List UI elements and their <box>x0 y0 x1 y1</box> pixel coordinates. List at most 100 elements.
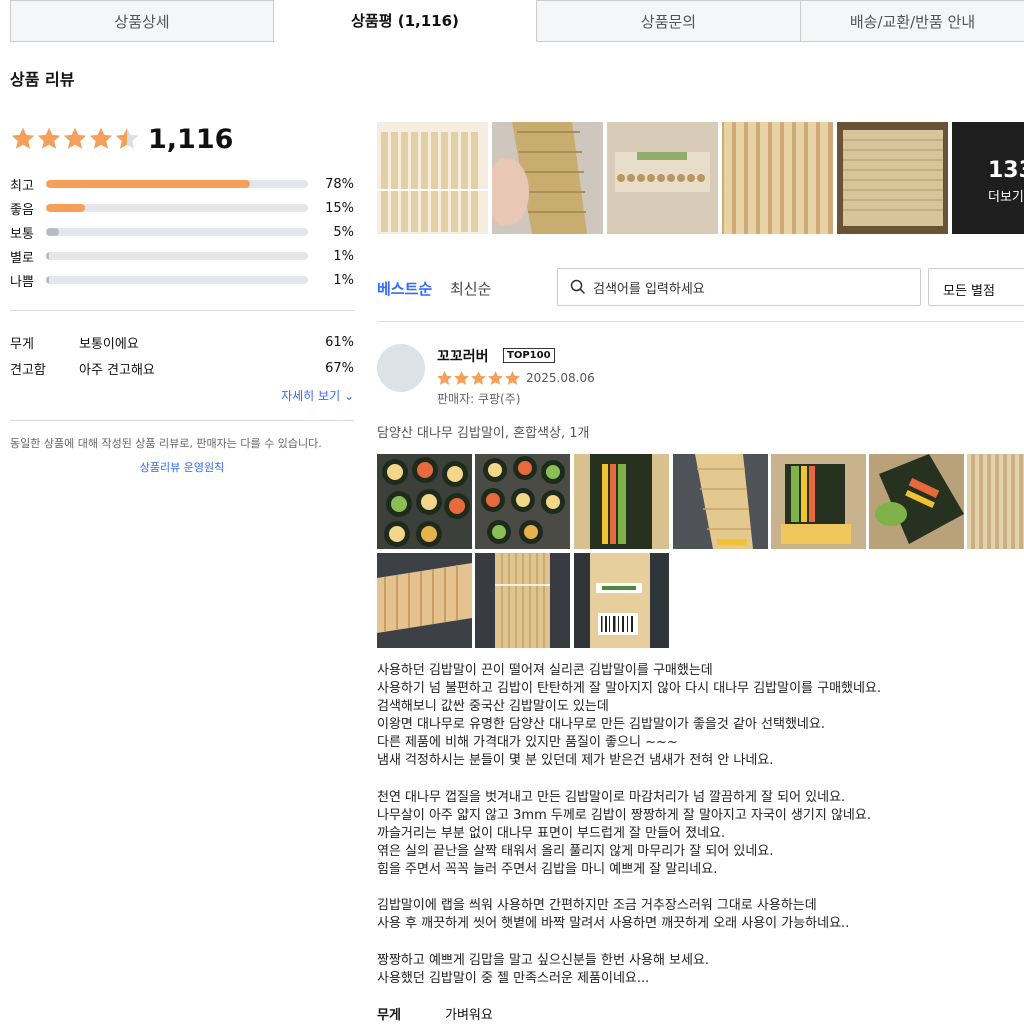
attribute-list: 무게 보통이에요 61% 견고함 아주 견고해요 67% <box>10 329 354 381</box>
review-photo[interactable] <box>377 122 488 234</box>
review-attribute-name: 무게 <box>377 1008 401 1023</box>
star-icon <box>487 370 504 391</box>
rating-bar-row: 별로 1% <box>10 244 354 268</box>
rating-bar-label: 별로 <box>10 250 34 266</box>
review-photo[interactable] <box>377 454 472 549</box>
star-icon <box>62 126 88 152</box>
review-photo-grid <box>377 454 1024 648</box>
review-photo[interactable] <box>492 122 603 234</box>
sort-best-button[interactable]: 베스트순 <box>377 278 432 299</box>
product-option: 담양산 대나무 김밥말이, 혼합색상, 1개 <box>377 426 590 441</box>
rating-bar-label: 최고 <box>10 178 34 194</box>
review-body: 사용하던 김밥말이 끈이 떨어져 실리콘 김밥말이를 구매했는데 사용하기 넘 … <box>377 663 882 986</box>
tab-reviews[interactable]: 상품평 (1,116) <box>274 0 537 42</box>
star-icon <box>436 370 453 391</box>
rating-bar-row: 최고 78% <box>10 172 354 196</box>
photo-strip: 133 더보기 <box>377 122 1024 234</box>
rating-bar-row: 좋음 15% <box>10 196 354 220</box>
tab-questions[interactable]: 상품문의 <box>537 0 801 42</box>
more-photos-count: 133 <box>988 158 1024 183</box>
rating-bar-fill <box>46 204 86 212</box>
rating-bar-percent: 78% <box>325 176 354 192</box>
rating-bar-percent: 5% <box>333 224 354 240</box>
review-attribute-value: 가벼워요 <box>445 1008 493 1023</box>
review-attribute: 무게 가벼워요 <box>377 1004 493 1023</box>
more-details-label: 자세히 보기 <box>281 389 341 403</box>
star-icon <box>470 370 487 391</box>
search-placeholder: 검색어를 입력하세요 <box>593 281 705 297</box>
attribute-row: 견고함 아주 견고해요 67% <box>10 355 354 381</box>
review-notice: 동일한 상품에 대해 작성된 상품 리뷰로, 판매자는 다를 수 있습니다. <box>10 437 322 450</box>
review-photo[interactable] <box>574 454 669 549</box>
divider <box>377 321 1024 322</box>
chevron-down-icon: ⌄ <box>343 389 354 403</box>
sort-newest-button[interactable]: 최신순 <box>450 278 491 299</box>
review-policy-link[interactable]: 상품리뷰 운영원칙 <box>10 459 354 475</box>
rating-bar-percent: 1% <box>333 248 354 264</box>
rating-bar-label: 보통 <box>10 226 34 242</box>
tab-shipping[interactable]: 배송/교환/반품 안내 <box>801 0 1024 42</box>
review-photo[interactable] <box>475 454 570 549</box>
review-date: 2025.08.06 <box>526 371 595 385</box>
rating-bar-row: 나쁨 1% <box>10 268 354 292</box>
rating-bar-label: 좋음 <box>10 202 34 218</box>
sort-filter-bar: 베스트순 최신순 검색어를 입력하세요 모든 별점 <box>377 268 1024 306</box>
star-icon <box>88 126 114 152</box>
attribute-value: 보통이에요 <box>79 336 139 352</box>
rating-bar-percent: 15% <box>325 200 354 216</box>
review-photo[interactable] <box>377 553 472 648</box>
rating-bar-row: 보통 5% <box>10 220 354 244</box>
rating-bar-track <box>46 228 308 236</box>
star-icon <box>36 126 62 152</box>
review-photo[interactable] <box>967 454 1024 549</box>
avatar <box>377 344 425 392</box>
attribute-row: 무게 보통이에요 61% <box>10 329 354 355</box>
search-icon <box>570 279 586 295</box>
review-photo[interactable] <box>574 553 669 648</box>
section-title: 상품 리뷰 <box>10 70 75 89</box>
tab-product-detail[interactable]: 상품상세 <box>10 0 274 42</box>
rating-bar-fill <box>46 228 60 236</box>
rating-bar-fill <box>46 276 49 284</box>
attribute-percent: 61% <box>325 334 354 350</box>
attribute-percent: 67% <box>325 360 354 376</box>
review-photo[interactable] <box>869 454 964 549</box>
seller-name: 판매자: 쿠팡(주) <box>437 392 521 406</box>
star-icon <box>504 370 521 391</box>
rating-bar-fill <box>46 180 251 188</box>
summary-stars <box>10 126 140 152</box>
review-photo[interactable] <box>673 454 768 549</box>
star-filter-dropdown[interactable]: 모든 별점 <box>928 268 1024 306</box>
review-photo[interactable] <box>771 454 866 549</box>
review-photo[interactable] <box>607 122 718 234</box>
review-count: 1,116 <box>148 123 234 155</box>
review-photo[interactable] <box>722 122 833 234</box>
star-icon <box>453 370 470 391</box>
rating-bar-label: 나쁨 <box>10 274 34 290</box>
star-icon <box>10 126 36 152</box>
attribute-name: 견고함 <box>10 362 46 378</box>
rating-bar-fill <box>46 252 49 260</box>
review-search-input[interactable]: 검색어를 입력하세요 <box>557 268 921 306</box>
review-list-area: 133 더보기 베스트순 최신순 검색어를 입력하세요 모든 별점 꼬꼬러버 T… <box>377 122 1024 1023</box>
review-photo[interactable] <box>837 122 948 234</box>
more-photos-button[interactable]: 133 더보기 <box>952 122 1024 234</box>
rating-bar-track <box>46 252 308 260</box>
rating-bar-track <box>46 204 308 212</box>
divider <box>10 420 354 421</box>
more-details-link[interactable]: 자세히 보기 ⌄ <box>10 387 354 404</box>
attribute-value: 아주 견고해요 <box>79 362 155 378</box>
product-tabs: 상품상세 상품평 (1,116) 상품문의 배송/교환/반품 안내 <box>10 0 1024 42</box>
review-photo[interactable] <box>475 553 570 648</box>
rating-bar-percent: 1% <box>333 272 354 288</box>
more-photos-label: 더보기 <box>988 190 1024 205</box>
divider <box>10 310 354 311</box>
rating-bar-track <box>46 180 308 188</box>
star-icon <box>114 126 140 152</box>
top-reviewer-badge: TOP100 <box>503 348 555 363</box>
rating-summary: 1,116 최고 78% 좋음 15% 보통 5% 별로 1% 나쁨 1% 무게 보통이에요 61% 견… <box>10 120 354 475</box>
rating-distribution: 최고 78% 좋음 15% 보통 5% 별로 1% 나쁨 1% <box>10 172 354 292</box>
rating-bar-track <box>46 276 308 284</box>
attribute-name: 무게 <box>10 336 34 352</box>
reviewer-name: 꼬꼬러버 <box>437 349 489 365</box>
